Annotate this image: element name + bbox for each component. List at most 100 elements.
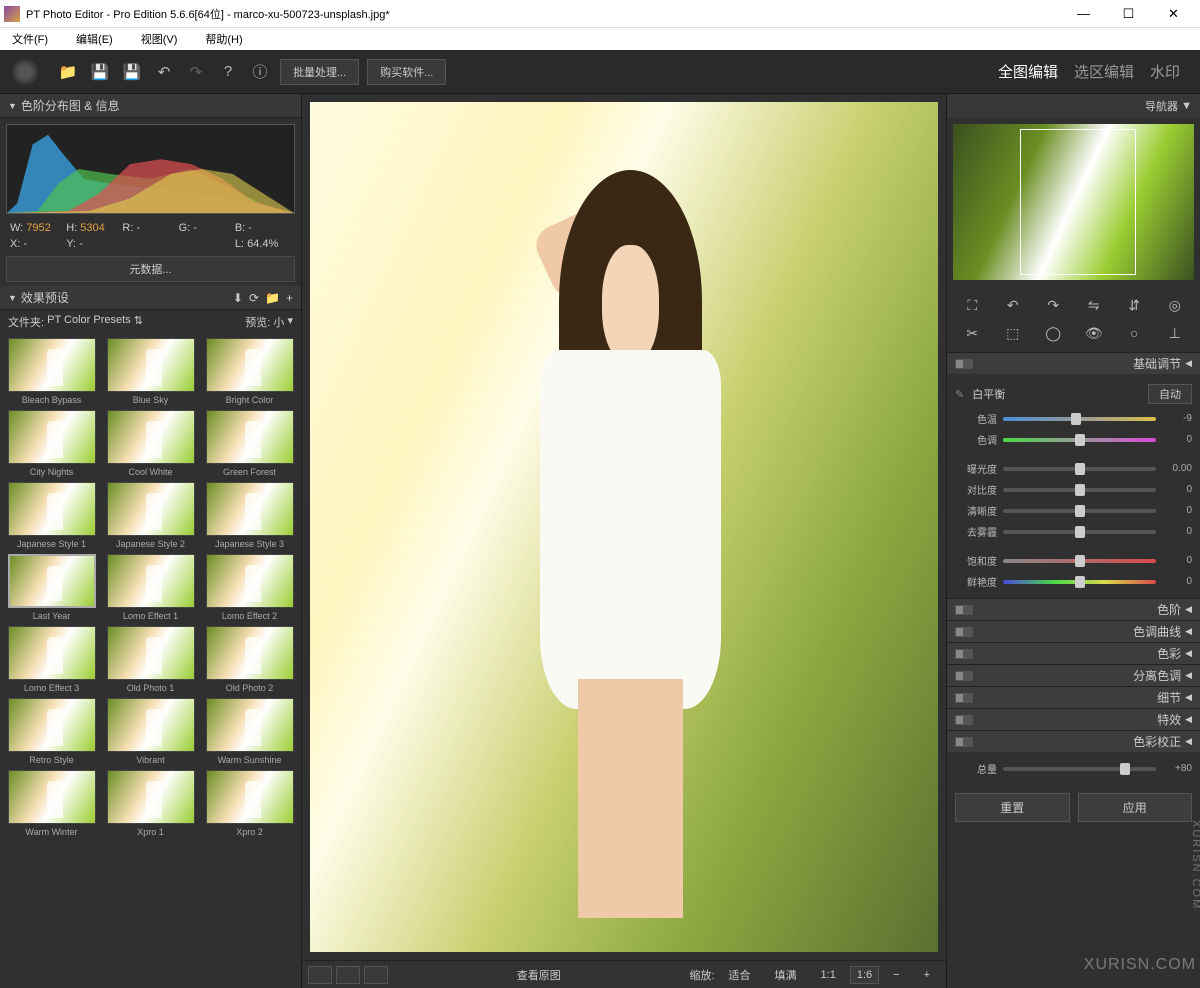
preset-lomo-effect-2[interactable]: Lomo Effect 2	[202, 554, 297, 624]
preset-xpro-1[interactable]: Xpro 1	[103, 770, 198, 840]
histogram-header[interactable]: ▼ 色阶分布图 & 信息	[0, 94, 301, 118]
reset-button[interactable]: 重置	[955, 793, 1070, 822]
toggle-switch[interactable]	[955, 627, 973, 637]
info-icon[interactable]: ⓘ	[248, 60, 272, 84]
toggle-switch[interactable]	[955, 671, 973, 681]
preset-blue-sky[interactable]: Blue Sky	[103, 338, 198, 408]
preset-japanese-style-2[interactable]: Japanese Style 2	[103, 482, 198, 552]
preset-last-year[interactable]: Last Year	[4, 554, 99, 624]
rotate-right-icon[interactable]: ↷	[1034, 292, 1073, 318]
folder-icon[interactable]: 📁	[265, 291, 280, 305]
section-split[interactable]: 分离色调◀	[947, 664, 1200, 686]
eyedropper-icon[interactable]: ✎	[955, 388, 964, 401]
preset-bleach-bypass[interactable]: Bleach Bypass	[4, 338, 99, 408]
auto-wb-button[interactable]: 自动	[1148, 384, 1192, 404]
zoom-ratio[interactable]: 1:6	[850, 966, 879, 984]
preset-old-photo-1[interactable]: Old Photo 1	[103, 626, 198, 696]
metadata-button[interactable]: 元数据...	[6, 256, 295, 282]
slider-contrast[interactable]: 对比度0	[955, 479, 1192, 500]
redo-icon[interactable]: ↷	[184, 60, 208, 84]
preset-japanese-style-1[interactable]: Japanese Style 1	[4, 482, 99, 552]
zoom-fit[interactable]: 适合	[719, 965, 761, 985]
toggle-switch[interactable]	[955, 649, 973, 659]
sort-icon[interactable]: ⇅	[131, 314, 143, 330]
section-effects[interactable]: 特效◀	[947, 708, 1200, 730]
toggle-switch[interactable]	[955, 737, 973, 747]
spiral-icon[interactable]: ◎	[1156, 292, 1195, 318]
toggle-switch[interactable]	[955, 693, 973, 703]
mode-watermark[interactable]: 水印	[1150, 61, 1180, 82]
image-canvas[interactable]	[310, 102, 938, 952]
view-split-v-icon[interactable]	[364, 966, 388, 984]
slider-exposure[interactable]: 曝光度0.00	[955, 458, 1192, 479]
preset-vibrant[interactable]: Vibrant	[103, 698, 198, 768]
straighten-icon[interactable]: ⬚	[994, 320, 1033, 346]
slider-clarity[interactable]: 清晰度0	[955, 500, 1192, 521]
section-curves[interactable]: 色调曲线◀	[947, 620, 1200, 642]
batch-button[interactable]: 批量处理...	[280, 59, 359, 85]
crop-icon[interactable]: ✂	[953, 320, 992, 346]
minimize-button[interactable]: —	[1061, 0, 1106, 28]
section-detail[interactable]: 细节◀	[947, 686, 1200, 708]
preset-lomo-effect-1[interactable]: Lomo Effect 1	[103, 554, 198, 624]
help-icon[interactable]: ?	[216, 60, 240, 84]
zoom-out[interactable]: −	[883, 967, 909, 983]
save-icon[interactable]: 💾	[88, 60, 112, 84]
preview-size-select[interactable]: 小	[273, 314, 284, 330]
slider-temp[interactable]: 色温-9	[955, 408, 1192, 429]
navigator-viewport[interactable]	[1020, 129, 1136, 276]
menu-view[interactable]: 视图(V)	[141, 31, 178, 47]
toggle-switch[interactable]	[955, 359, 973, 369]
slider-saturation[interactable]: 饱和度0	[955, 550, 1192, 571]
redeye-icon[interactable]: 👁	[1075, 320, 1114, 346]
flip-v-icon[interactable]: ⇵	[1115, 292, 1154, 318]
zoom-1-1[interactable]: 1:1	[811, 967, 846, 983]
preset-old-photo-2[interactable]: Old Photo 2	[202, 626, 297, 696]
preset-retro-style[interactable]: Retro Style	[4, 698, 99, 768]
download-icon[interactable]: ⬇	[233, 291, 243, 305]
chevron-down-icon[interactable]: ▾	[284, 314, 293, 330]
view-split-h-icon[interactable]	[336, 966, 360, 984]
presets-header[interactable]: ▼ 效果预设 ⬇ ⟳ 📁 +	[0, 286, 301, 310]
preset-folder-select[interactable]: PT Color Presets	[47, 314, 131, 330]
lens-icon[interactable]: ◯	[1034, 320, 1073, 346]
navigator-header[interactable]: 导航器 ▼	[947, 94, 1200, 118]
mode-region-edit[interactable]: 选区编辑	[1074, 61, 1134, 82]
undo-icon[interactable]: ↶	[152, 60, 176, 84]
slider-vibrance[interactable]: 鲜艳度0	[955, 571, 1192, 592]
add-icon[interactable]: +	[286, 291, 293, 305]
zoom-fill[interactable]: 填满	[765, 965, 807, 985]
buy-button[interactable]: 购买软件...	[367, 59, 446, 85]
mode-full-edit[interactable]: 全图编辑	[998, 61, 1058, 82]
preset-bright-color[interactable]: Bright Color	[202, 338, 297, 408]
section-color[interactable]: 色彩◀	[947, 642, 1200, 664]
view-single-icon[interactable]	[308, 966, 332, 984]
slider-tint[interactable]: 色调0	[955, 429, 1192, 450]
clone-icon[interactable]: ⊥	[1156, 320, 1195, 346]
slider-amount[interactable]: 总量 +80	[955, 758, 1192, 779]
circle-icon[interactable]: ○	[1115, 320, 1154, 346]
preset-city-nights[interactable]: City Nights	[4, 410, 99, 480]
menu-help[interactable]: 帮助(H)	[205, 31, 242, 47]
refresh-icon[interactable]: ⟳	[249, 291, 259, 305]
flip-h-icon[interactable]: ⇋	[1075, 292, 1114, 318]
section-levels[interactable]: 色阶◀	[947, 598, 1200, 620]
preset-lomo-effect-3[interactable]: Lomo Effect 3	[4, 626, 99, 696]
histogram[interactable]	[6, 124, 295, 214]
preset-japanese-style-3[interactable]: Japanese Style 3	[202, 482, 297, 552]
preset-warm-winter[interactable]: Warm Winter	[4, 770, 99, 840]
open-icon[interactable]: 📁	[56, 60, 80, 84]
navigator-thumbnail[interactable]	[953, 124, 1194, 280]
saveas-icon[interactable]: 💾	[120, 60, 144, 84]
expand-icon[interactable]: ⛶	[953, 292, 992, 318]
slider-dehaze[interactable]: 去雾霾0	[955, 521, 1192, 542]
apply-button[interactable]: 应用	[1078, 793, 1193, 822]
rotate-left-icon[interactable]: ↶	[994, 292, 1033, 318]
menu-file[interactable]: 文件(F)	[12, 31, 48, 47]
zoom-in[interactable]: +	[914, 967, 940, 983]
close-button[interactable]: ✕	[1151, 0, 1196, 28]
preset-xpro-2[interactable]: Xpro 2	[202, 770, 297, 840]
section-calib[interactable]: 色彩校正◀	[947, 730, 1200, 752]
menu-edit[interactable]: 编辑(E)	[76, 31, 113, 47]
preset-green-forest[interactable]: Green Forest	[202, 410, 297, 480]
